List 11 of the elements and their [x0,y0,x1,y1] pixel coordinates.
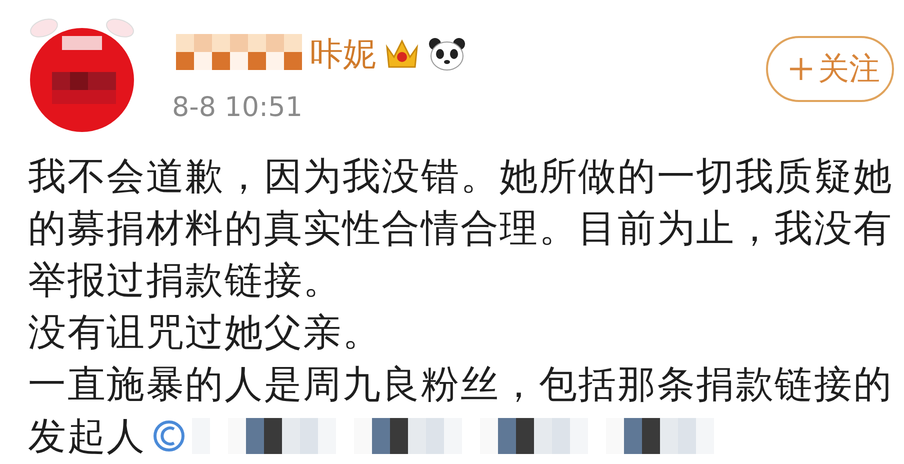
post-text: 我不会道歉，因为我没错。她所做的一切我质疑她的募捐材料的真实性合情合理。目前为止，我没有举报过捐款链接。 [28,153,894,304]
post-text: 没有诅咒过她父亲。 [28,309,383,356]
post-time: 8-8 10:51 [172,92,304,123]
crown-icon [384,37,420,71]
follow-button[interactable]: 关注 [766,36,894,102]
post-text: 发起人 [28,413,146,460]
username[interactable]: 咔妮 [310,34,376,74]
post-text: 一直施暴的人是周九良粉丝，包括那条捐款链接的 [28,361,894,408]
link-icon[interactable] [152,419,186,453]
panda-icon [428,37,466,71]
plus-icon [788,56,814,82]
